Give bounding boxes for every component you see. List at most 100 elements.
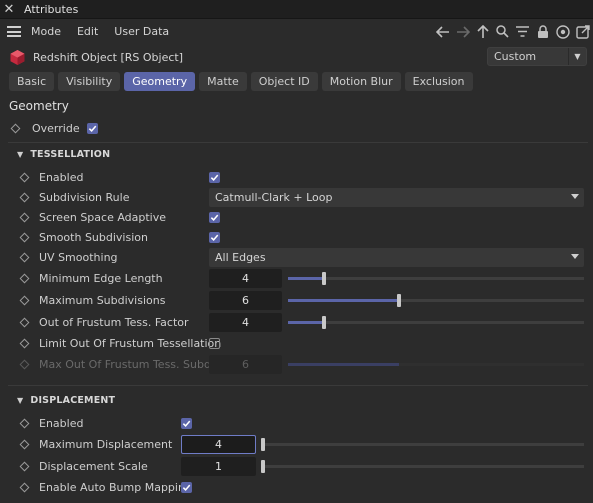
max-out-of-frustum-subdivs-label: Max Out Of Frustum Tess. Subdivs xyxy=(39,358,227,371)
min-edge-length-field[interactable]: 4 xyxy=(209,269,282,288)
chevron-down-icon[interactable]: ▼ xyxy=(568,48,586,65)
max-subdivisions-slider[interactable] xyxy=(288,294,584,307)
keyframe-diamond-icon[interactable] xyxy=(19,172,30,183)
keyframe-diamond-icon[interactable] xyxy=(10,123,21,134)
slider-handle[interactable] xyxy=(261,438,265,451)
max-displacement-label: Maximum Displacement xyxy=(39,438,173,451)
auto-bump-label: Enable Auto Bump Mapping xyxy=(39,481,192,494)
uv-smoothing-dropdown[interactable]: All Edges xyxy=(209,248,584,267)
keyframe-diamond-icon[interactable] xyxy=(19,252,30,263)
target-icon[interactable] xyxy=(554,23,571,40)
min-edge-length-slider[interactable] xyxy=(288,272,584,285)
screen-space-adaptive-row: Screen Space Adaptive xyxy=(0,208,593,228)
subdivision-rule-value: Catmull-Clark + Loop xyxy=(215,191,333,204)
tab-basic[interactable]: Basic xyxy=(9,72,55,91)
min-edge-length-row: Minimum Edge Length 4 xyxy=(0,269,593,289)
hamburger-menu-icon[interactable] xyxy=(7,26,21,37)
keyframe-diamond-icon[interactable] xyxy=(19,317,30,328)
filter-icon[interactable] xyxy=(514,23,531,40)
displacement-scale-slider[interactable] xyxy=(261,460,584,473)
screen-space-adaptive-label: Screen Space Adaptive xyxy=(39,211,167,224)
back-arrow-icon[interactable] xyxy=(434,23,451,40)
subdivision-rule-label: Subdivision Rule xyxy=(39,191,130,204)
uv-smoothing-value: All Edges xyxy=(215,251,266,264)
keyframe-diamond-icon[interactable] xyxy=(19,295,30,306)
max-out-of-frustum-subdivs-row: Max Out Of Frustum Tess. Subdivs 6 xyxy=(0,355,593,375)
limit-out-of-frustum-row: Limit Out Of Frustum Tessellation xyxy=(0,334,593,354)
forward-arrow-icon[interactable] xyxy=(454,23,471,40)
out-of-frustum-factor-field[interactable]: 4 xyxy=(209,313,282,332)
slider-handle[interactable] xyxy=(322,316,326,329)
tab-bar: Basic Visibility Geometry Matte Object I… xyxy=(9,72,473,91)
keyframe-diamond-icon[interactable] xyxy=(19,232,30,243)
out-of-frustum-factor-slider[interactable] xyxy=(288,316,584,329)
tab-visibility[interactable]: Visibility xyxy=(58,72,121,91)
close-icon[interactable]: ✕ xyxy=(0,2,18,17)
keyframe-diamond-icon[interactable] xyxy=(19,482,30,493)
object-name: Redshift Object [RS Object] xyxy=(33,50,183,64)
slider-fill xyxy=(288,363,399,366)
toolbar xyxy=(434,23,591,40)
tessellation-header-label: TESSELLATION xyxy=(30,149,111,160)
window-title: Attributes xyxy=(24,2,79,16)
menu-edit[interactable]: Edit xyxy=(77,25,98,38)
tab-geometry[interactable]: Geometry xyxy=(124,72,196,91)
displacement-scale-field[interactable]: 1 xyxy=(181,457,256,476)
override-checkbox[interactable] xyxy=(86,123,98,134)
auto-bump-row: Enable Auto Bump Mapping xyxy=(0,478,593,498)
divider xyxy=(8,385,588,386)
auto-bump-checkbox[interactable] xyxy=(181,482,192,493)
tab-motion-blur[interactable]: Motion Blur xyxy=(321,72,401,91)
slider-fill xyxy=(288,277,324,280)
slider-handle[interactable] xyxy=(397,294,401,307)
keyframe-diamond-icon[interactable] xyxy=(19,418,30,429)
keyframe-diamond-icon[interactable] xyxy=(19,439,30,450)
search-icon[interactable] xyxy=(494,23,511,40)
slider-handle[interactable] xyxy=(322,272,326,285)
chevron-down-icon[interactable]: ▼ xyxy=(17,150,23,159)
tess-enabled-checkbox[interactable] xyxy=(209,172,220,183)
displacement-scale-row: Displacement Scale 1 xyxy=(0,457,593,477)
smooth-subdivision-checkbox[interactable] xyxy=(209,232,220,243)
uv-smoothing-row: UV Smoothing All Edges xyxy=(0,248,593,268)
keyframe-diamond-icon[interactable] xyxy=(19,212,30,223)
smooth-subdivision-row: Smooth Subdivision xyxy=(0,228,593,248)
limit-out-of-frustum-label: Limit Out Of Frustum Tessellation xyxy=(39,337,222,350)
uv-smoothing-label: UV Smoothing xyxy=(39,251,118,264)
subdivision-rule-dropdown[interactable]: Catmull-Clark + Loop xyxy=(209,188,584,207)
slider-handle[interactable] xyxy=(261,460,265,473)
tessellation-group-header[interactable]: ▼ TESSELLATION xyxy=(17,149,110,160)
object-header: Redshift Object [RS Object] Custom ▼ xyxy=(0,46,593,68)
redshift-cube-icon xyxy=(9,49,26,66)
out-of-frustum-factor-label: Out of Frustum Tess. Factor xyxy=(39,316,189,329)
lock-icon[interactable] xyxy=(534,23,551,40)
tab-matte[interactable]: Matte xyxy=(199,72,247,91)
max-subdivisions-field[interactable]: 6 xyxy=(209,291,282,310)
preset-dropdown[interactable]: Custom ▼ xyxy=(487,47,587,66)
tab-object-id[interactable]: Object ID xyxy=(250,72,318,91)
tab-exclusion[interactable]: Exclusion xyxy=(404,72,473,91)
disp-enabled-checkbox[interactable] xyxy=(181,418,192,429)
chevron-down-icon[interactable]: ▼ xyxy=(17,396,23,405)
keyframe-diamond-icon xyxy=(19,359,30,370)
max-out-of-frustum-subdivs-slider xyxy=(288,363,584,366)
override-label: Override xyxy=(32,122,80,135)
limit-out-of-frustum-checkbox[interactable] xyxy=(209,338,220,349)
disp-enabled-row: Enabled xyxy=(0,414,593,434)
max-subdivisions-label: Maximum Subdivisions xyxy=(39,294,166,307)
displacement-group-header[interactable]: ▼ DISPLACEMENT xyxy=(17,395,115,406)
max-displacement-field[interactable]: 4 xyxy=(181,435,256,454)
slider-fill xyxy=(288,321,324,324)
keyframe-diamond-icon[interactable] xyxy=(19,192,30,203)
preset-value: Custom xyxy=(494,50,537,63)
menu-user-data[interactable]: User Data xyxy=(114,25,169,38)
screen-space-adaptive-checkbox[interactable] xyxy=(209,212,220,223)
keyframe-diamond-icon[interactable] xyxy=(19,461,30,472)
up-arrow-icon[interactable] xyxy=(474,23,491,40)
keyframe-diamond-icon[interactable] xyxy=(19,338,30,349)
max-displacement-slider[interactable] xyxy=(261,438,584,451)
menu-mode[interactable]: Mode xyxy=(31,25,61,38)
new-window-icon[interactable] xyxy=(574,23,591,40)
keyframe-diamond-icon[interactable] xyxy=(19,273,30,284)
out-of-frustum-factor-row: Out of Frustum Tess. Factor 4 xyxy=(0,313,593,333)
